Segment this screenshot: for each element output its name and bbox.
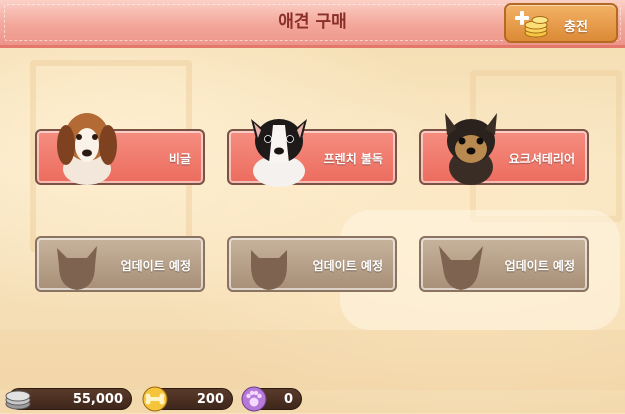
yorkshire-terrier-portrait-icon — [445, 113, 497, 185]
dog-card-locked[interactable]: 업데이트 예정 — [35, 236, 205, 292]
charge-button[interactable]: 충전 — [504, 3, 618, 43]
paw-coin-icon — [241, 386, 267, 412]
dog-card-beagle[interactable]: 비글 — [35, 113, 205, 185]
dog-card-yorkshire-terrier[interactable]: 요크셔테리어 — [419, 113, 589, 185]
gold-amount: 200 — [196, 392, 224, 407]
silver-coin-icon — [5, 390, 31, 410]
coins-plus-icon — [515, 11, 549, 38]
dog-name-label: 프렌치 불독 — [323, 152, 383, 166]
dog-name-label: 요크셔테리어 — [508, 152, 575, 166]
locked-label: 업데이트 예정 — [504, 259, 575, 273]
gold-currency: 200 — [142, 386, 233, 412]
dog-card-locked[interactable]: 업데이트 예정 — [227, 236, 397, 292]
silver-amount: 55,000 — [72, 392, 123, 407]
locked-label: 업데이트 예정 — [120, 259, 191, 273]
dog-silhouette-icon — [251, 250, 287, 290]
room-background — [0, 0, 625, 413]
floor-decor — [0, 330, 625, 390]
dog-name-label: 비글 — [168, 152, 191, 166]
locked-label: 업데이트 예정 — [312, 259, 383, 273]
dog-card-french-bulldog[interactable]: 프렌치 불독 — [227, 119, 397, 187]
paw-currency: 0 — [241, 386, 302, 412]
dog-silhouette-icon — [439, 246, 483, 290]
dog-card-locked[interactable]: 업데이트 예정 — [419, 236, 589, 292]
beagle-portrait-icon — [57, 113, 117, 185]
silver-currency: 55,000 — [5, 388, 132, 410]
paw-amount: 0 — [283, 392, 293, 407]
dog-silhouette-icon — [57, 246, 97, 290]
french-bulldog-portrait-icon — [251, 119, 307, 187]
charge-label: 충전 — [564, 20, 588, 35]
gold-bone-coin-icon — [142, 386, 168, 412]
header-bar: 애견 구매 충전 — [0, 0, 625, 48]
